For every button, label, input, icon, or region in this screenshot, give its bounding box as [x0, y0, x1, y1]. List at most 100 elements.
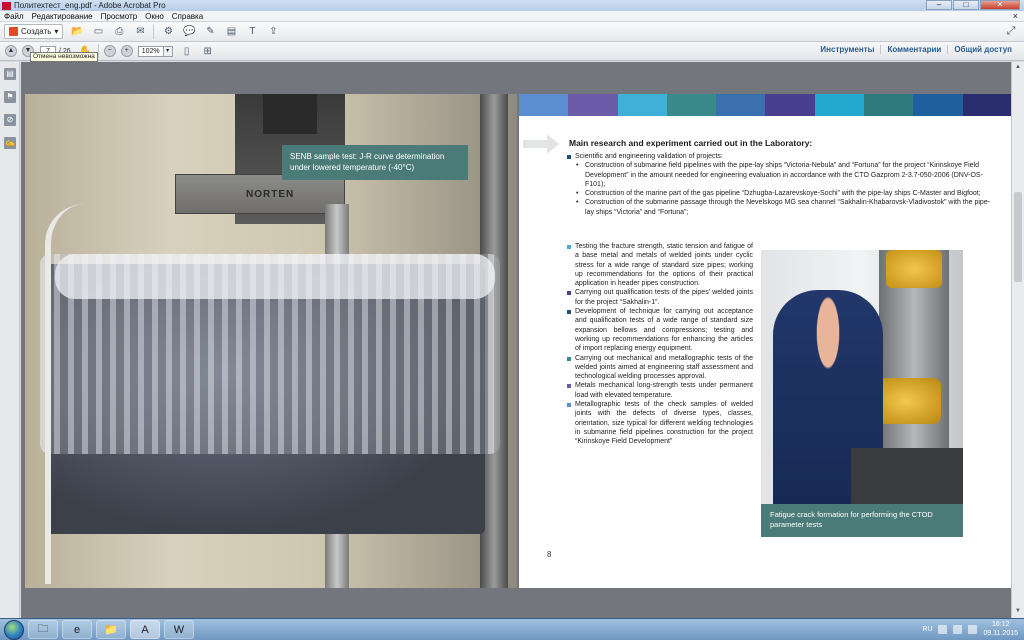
- page-thumbnails-icon[interactable]: ▤: [4, 68, 16, 80]
- zoom-in-button[interactable]: +: [120, 45, 133, 57]
- color-stripe: [765, 94, 815, 116]
- menu-edit[interactable]: Редактирование: [28, 12, 97, 21]
- folder-icon[interactable]: 📁: [96, 620, 126, 639]
- acrobat-icon[interactable]: A: [130, 620, 160, 639]
- fit-page-icon[interactable]: ▯: [180, 44, 194, 58]
- zoom-dropdown[interactable]: ▾: [163, 45, 173, 57]
- signatures-icon[interactable]: ✍: [4, 137, 16, 149]
- text-block-left: Testing the fracture strength, static te…: [567, 242, 753, 447]
- menu-window[interactable]: Окно: [141, 12, 168, 21]
- text-block-top: Scientific and engineering validation of…: [567, 152, 997, 217]
- list-item-text: Development of technique for carrying ou…: [575, 308, 753, 353]
- zoom-out-button[interactable]: −: [103, 45, 116, 57]
- bookmarks-icon[interactable]: ⚑: [4, 91, 16, 103]
- left-photo-caption: SENB sample test: J-R curve determinatio…: [282, 145, 468, 180]
- open-icon[interactable]: 📂: [70, 25, 84, 39]
- window-controls: – □ ✕: [926, 0, 1020, 10]
- tab-share[interactable]: Общий доступ: [947, 45, 1018, 54]
- navigation-toolbar: ▲ ▼ 7 / 26 ✋ − + 102% ▾ ▯ ⊞ Инструменты …: [0, 42, 1024, 61]
- color-stripes: [519, 94, 1012, 116]
- scroll-up-icon[interactable]: ▲: [1014, 64, 1022, 72]
- list-item: Carrying out mechanical and metallograph…: [567, 354, 753, 382]
- highlight-icon[interactable]: ▤: [224, 25, 238, 39]
- arrow-decoration-icon: [523, 134, 559, 154]
- network-icon[interactable]: [953, 624, 963, 634]
- toolbar-separator: [97, 44, 99, 58]
- bullet-square-icon: [567, 356, 571, 361]
- list-item: Metals mechanical long-strength tests un…: [567, 381, 753, 400]
- maximize-button[interactable]: □: [953, 0, 979, 10]
- create-button[interactable]: Создать ▾: [4, 24, 64, 39]
- list-item-text: Metals mechanical long-strength tests un…: [575, 382, 753, 399]
- sub-list-item: Construction of the submarine passage th…: [567, 198, 997, 217]
- scroll-down-icon[interactable]: ▼: [1014, 608, 1022, 616]
- list-item-text: Scientific and engineering validation of…: [575, 153, 723, 160]
- title-bar: Политехтест_eng.pdf - Adobe Acrobat Pro …: [0, 0, 1024, 11]
- bullet-square-icon: [567, 291, 571, 296]
- word-icon[interactable]: W: [164, 620, 194, 639]
- email-icon[interactable]: ✉: [133, 25, 147, 39]
- ie-icon[interactable]: e: [62, 620, 92, 639]
- color-stripe: [617, 94, 667, 116]
- chevron-down-icon: ▾: [54, 27, 59, 36]
- color-stripe: [962, 94, 1012, 116]
- acrobat-app-icon: [2, 1, 11, 10]
- share-icon[interactable]: ⇪: [266, 25, 280, 39]
- close-document-button[interactable]: ×: [1013, 11, 1018, 21]
- comment-icon[interactable]: 💬: [182, 25, 196, 39]
- section-heading: Main research and experiment carried out…: [569, 138, 813, 148]
- zoom-input[interactable]: 102%: [137, 45, 164, 57]
- vertical-scrollbar[interactable]: ▲ ▼: [1011, 62, 1024, 618]
- stamp-icon[interactable]: ✎: [203, 25, 217, 39]
- system-tray: RU 16:12 09.11.2015: [922, 620, 1018, 638]
- customize-toolbar-icon[interactable]: ⤢: [1004, 25, 1018, 39]
- clock-time: 16:12: [991, 621, 1010, 628]
- sub-list-item: Construction of the marine part of the g…: [567, 189, 997, 199]
- previous-page-button[interactable]: ▲: [5, 45, 17, 57]
- attachments-icon[interactable]: ⊘: [4, 114, 16, 126]
- machine-nameplate: NORTEN: [175, 174, 345, 214]
- frost-vapor-top: [55, 254, 495, 299]
- main-toolbar: Создать ▾ 📂 ▭ ⎙ ✉ ⚙ 💬 ✎ ▤ T ⇪ ⤢: [0, 22, 1024, 42]
- fit-width-icon[interactable]: ⊞: [201, 44, 215, 58]
- list-item-text: Testing the fracture strength, static te…: [575, 243, 753, 288]
- explorer-icon[interactable]: 🗀: [28, 620, 58, 639]
- color-stripe: [864, 94, 914, 116]
- volume-icon[interactable]: [968, 624, 978, 634]
- text-edit-icon[interactable]: T: [245, 25, 259, 39]
- language-indicator[interactable]: RU: [922, 626, 932, 633]
- white-cable: [45, 204, 85, 584]
- create-button-label: Создать: [21, 27, 52, 36]
- flag-icon[interactable]: [938, 624, 948, 634]
- close-button[interactable]: ✕: [980, 0, 1020, 10]
- minimize-button[interactable]: –: [926, 0, 952, 10]
- start-button[interactable]: [4, 619, 24, 640]
- right-panel-tabs: Инструменты Комментарии Общий доступ: [814, 45, 1018, 54]
- tab-comments[interactable]: Комментарии: [880, 45, 947, 54]
- color-stripe: [716, 94, 766, 116]
- list-item-text: Metallographic tests of the check sample…: [575, 401, 753, 446]
- save-icon[interactable]: ▭: [91, 25, 105, 39]
- gear-icon[interactable]: ⚙: [161, 25, 175, 39]
- print-icon[interactable]: ⎙: [112, 25, 126, 39]
- create-icon: [9, 27, 18, 36]
- right-page-photo: [761, 250, 963, 504]
- scroll-thumb[interactable]: [1014, 192, 1022, 282]
- tab-tools[interactable]: Инструменты: [814, 45, 880, 54]
- menu-view[interactable]: Просмотр: [97, 12, 142, 21]
- clock[interactable]: 16:12 09.11.2015: [983, 620, 1018, 638]
- bullet-square-icon: [567, 245, 571, 249]
- right-photo-caption: Fatigue crack formation for performing t…: [761, 504, 963, 537]
- color-stripe: [568, 94, 618, 116]
- page-number: 8: [547, 550, 552, 559]
- machine-gold-part: [886, 250, 942, 288]
- bullet-square-icon: [567, 310, 571, 315]
- undo-tooltip: Отмена невозможна: [30, 52, 98, 62]
- menu-help[interactable]: Справка: [168, 12, 207, 21]
- list-item: Testing the fracture strength, static te…: [567, 242, 753, 288]
- nameplate-text: NORTEN: [246, 189, 295, 200]
- menu-file[interactable]: Файл: [0, 12, 28, 21]
- list-item: Scientific and engineering validation of…: [567, 152, 997, 161]
- taskbar: 🗀 e 📁 A W RU 16:12 09.11.2015: [0, 618, 1024, 640]
- bullet-square-icon: [567, 384, 571, 389]
